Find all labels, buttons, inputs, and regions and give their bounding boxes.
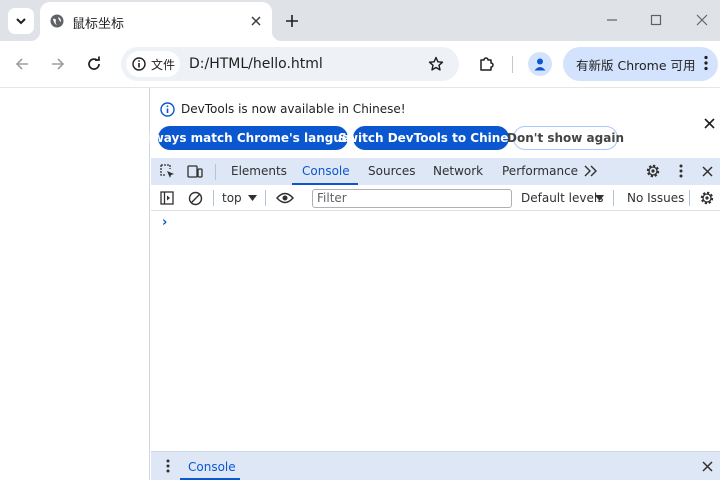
globe-icon xyxy=(50,14,64,28)
site-chip-label: 文件 xyxy=(151,57,176,72)
more-vert-icon xyxy=(679,164,683,178)
tab-close-button[interactable] xyxy=(246,11,266,31)
arrow-right-icon xyxy=(52,58,65,70)
console-settings-button[interactable] xyxy=(698,189,716,207)
address-bar[interactable]: 文件 D:/HTML/hello.html xyxy=(121,47,459,81)
forward-button[interactable] xyxy=(47,53,69,75)
live-expression-button[interactable] xyxy=(276,189,294,207)
star-icon xyxy=(428,56,444,71)
minimize-icon xyxy=(607,19,617,21)
close-icon xyxy=(701,460,713,472)
triangle-down-icon xyxy=(595,195,604,201)
profile-avatar[interactable] xyxy=(528,52,552,76)
chevron-down-icon xyxy=(16,18,26,25)
url-text[interactable]: D:/HTML/hello.html xyxy=(189,56,323,72)
close-drawer-button[interactable] xyxy=(698,457,716,475)
device-toolbar-button[interactable] xyxy=(186,162,204,180)
close-devtools-button[interactable] xyxy=(698,162,716,180)
new-tab-button[interactable] xyxy=(281,10,303,32)
device-icon xyxy=(187,164,203,178)
reload-button[interactable] xyxy=(83,53,105,75)
devtools-menu-button[interactable] xyxy=(672,162,690,180)
close-icon xyxy=(696,14,708,26)
match-language-button[interactable]: Always match Chrome's language xyxy=(139,126,367,150)
triangle-down-icon xyxy=(248,195,257,201)
tab-strip: 鼠标坐标 xyxy=(0,0,720,41)
more-vert-icon xyxy=(704,55,708,71)
site-info-chip[interactable]: 文件 xyxy=(126,51,180,77)
tab-performance[interactable]: Performance xyxy=(502,164,578,178)
minimize-button[interactable] xyxy=(600,8,624,32)
info-icon xyxy=(132,57,146,71)
plus-icon xyxy=(286,15,298,27)
devtools-drawer: Console xyxy=(151,451,720,480)
tab-sources[interactable]: Sources xyxy=(368,164,415,178)
clear-console-button[interactable] xyxy=(186,189,204,207)
tab-elements[interactable]: Elements xyxy=(231,164,287,178)
puzzle-icon xyxy=(480,57,494,71)
tab-network[interactable]: Network xyxy=(433,164,483,178)
page-viewport xyxy=(0,88,150,480)
tab-console[interactable]: Console xyxy=(302,164,350,178)
console-toolbar-separator xyxy=(265,190,266,206)
tab-bar-separator xyxy=(215,164,216,180)
tab-title: 鼠标坐标 xyxy=(72,17,125,32)
show-sidebar-button[interactable] xyxy=(158,189,176,207)
maximize-icon xyxy=(650,14,662,26)
gear-icon xyxy=(700,191,714,205)
console-toolbar: top Filter Default levels No Issues xyxy=(151,185,720,211)
console-toolbar-separator xyxy=(613,190,614,206)
issues-counter[interactable]: No Issues xyxy=(627,191,684,205)
context-selector[interactable]: top xyxy=(222,191,242,205)
arrow-left-icon xyxy=(15,58,28,70)
console-prompt[interactable]: › xyxy=(162,215,167,230)
inspect-icon xyxy=(159,163,174,178)
update-button-label: 有新版 Chrome 可用 xyxy=(576,57,696,73)
double-chevron-right-icon xyxy=(584,165,597,177)
back-button[interactable] xyxy=(11,53,33,75)
devtools-panel: DevTools is now available in Chinese! Al… xyxy=(139,88,720,480)
more-vert-icon xyxy=(166,459,170,473)
info-icon xyxy=(160,102,175,117)
close-icon xyxy=(703,117,715,129)
eye-icon xyxy=(276,192,294,204)
devtools-settings-button[interactable] xyxy=(644,162,662,180)
person-icon xyxy=(534,58,546,71)
log-levels-dropdown[interactable]: Default levels xyxy=(521,191,603,205)
inspect-element-button[interactable] xyxy=(158,162,176,180)
close-window-button[interactable] xyxy=(690,8,714,32)
sidebar-icon xyxy=(160,191,174,205)
devtools-language-infobar: DevTools is now available in Chinese! Al… xyxy=(139,88,720,158)
devtools-tab-bar: Elements Console Sources Network Perform… xyxy=(151,158,720,185)
gear-icon xyxy=(646,164,660,178)
console-filter-input[interactable]: Filter xyxy=(312,189,512,208)
switch-to-chinese-button[interactable]: Switch DevTools to Chinese xyxy=(338,126,524,150)
bookmark-button[interactable] xyxy=(425,53,447,75)
dont-show-again-button[interactable]: Don't show again xyxy=(507,126,624,150)
browser-toolbar: 文件 D:/HTML/hello.html 有新版 Chrome 可用 xyxy=(0,41,720,88)
extensions-button[interactable] xyxy=(476,53,498,75)
chrome-update-button[interactable]: 有新版 Chrome 可用 xyxy=(563,47,718,81)
console-toolbar-separator xyxy=(689,190,690,206)
browser-tab[interactable]: 鼠标坐标 xyxy=(30,2,282,41)
reload-icon xyxy=(88,56,100,70)
maximize-button[interactable] xyxy=(644,8,668,32)
close-icon xyxy=(251,16,261,26)
block-icon xyxy=(188,191,202,205)
toolbar-separator xyxy=(512,56,513,73)
close-icon xyxy=(701,165,713,177)
more-tabs-button[interactable] xyxy=(582,162,600,180)
console-toolbar-separator xyxy=(213,190,214,206)
drawer-menu-button[interactable] xyxy=(159,457,177,475)
infobar-close-button[interactable] xyxy=(701,115,717,131)
drawer-tab-console[interactable]: Console xyxy=(188,460,236,474)
infobar-message: DevTools is now available in Chinese! xyxy=(181,102,406,116)
